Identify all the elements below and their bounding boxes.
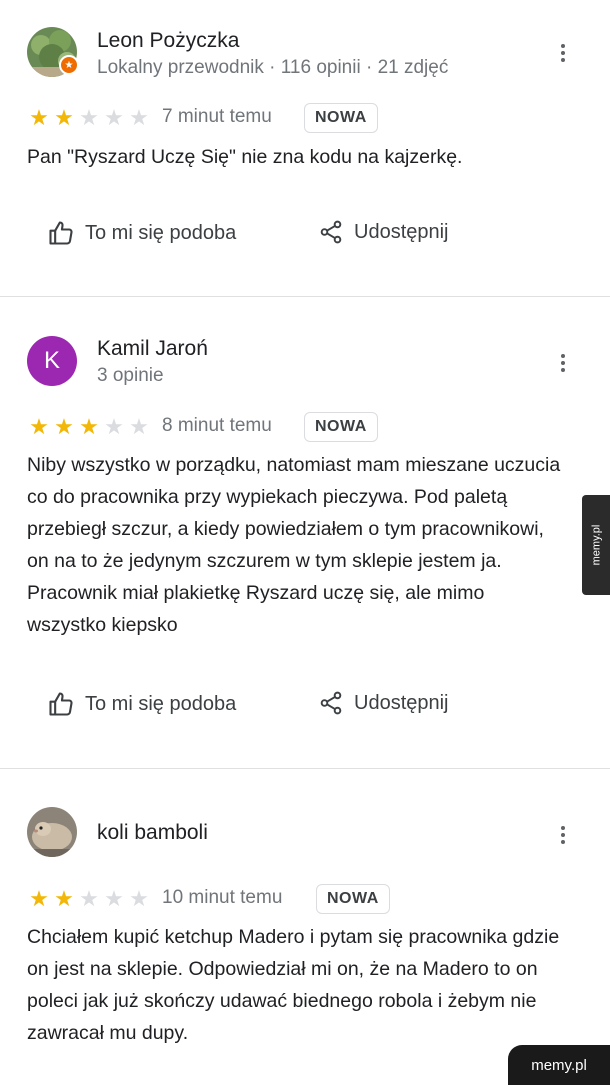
like-label: To mi się podoba bbox=[85, 692, 237, 715]
local-guide-star-icon: ★ bbox=[59, 55, 79, 75]
star-rating: ★ ★ ★ ★ ★ bbox=[27, 416, 151, 438]
star-icon: ★ bbox=[79, 105, 99, 130]
review-text: Pan "Ryszard Uczę Się" nie zna kodu na k… bbox=[27, 146, 463, 168]
review-card: ★ Leon Pożyczka Lokalny przewodnik · 116… bbox=[0, 0, 610, 296]
star-icon: ★ bbox=[54, 414, 74, 439]
reviewer-name[interactable]: koli bamboli bbox=[97, 821, 208, 845]
review-card: koli bamboli ★ ★ ★ ★ ★ 10 minut temu NOW… bbox=[0, 769, 610, 1085]
like-button[interactable]: To mi się podoba bbox=[47, 219, 236, 247]
star-icon: ★ bbox=[54, 886, 74, 911]
new-badge: NOWA bbox=[304, 412, 378, 442]
new-badge: NOWA bbox=[304, 103, 378, 133]
star-icon: ★ bbox=[104, 105, 124, 130]
reviewer-meta: 3 opinie bbox=[97, 365, 164, 386]
reviewer-name[interactable]: Kamil Jaroń bbox=[97, 337, 208, 361]
star-icon: ★ bbox=[54, 105, 74, 130]
star-icon: ★ bbox=[29, 886, 49, 911]
share-label: Udostępnij bbox=[354, 220, 449, 243]
star-rating: ★ ★ ★ ★ ★ bbox=[27, 888, 151, 910]
watermark-side-text: memy.pl bbox=[590, 524, 602, 566]
star-icon: ★ bbox=[129, 105, 149, 130]
review-text: Chciałem kupić ketchup Madero i pytam si… bbox=[27, 926, 560, 1044]
thumb-up-icon bbox=[49, 692, 73, 716]
reviewer-meta: Lokalny przewodnik · 116 opinii · 21 zdj… bbox=[97, 57, 449, 78]
star-icon: ★ bbox=[29, 105, 49, 130]
star-rating: ★ ★ ★ ★ ★ bbox=[27, 107, 151, 129]
star-icon: ★ bbox=[129, 414, 149, 439]
watermark-corner: memy.pl bbox=[508, 1045, 610, 1085]
share-button[interactable]: Udostępnij bbox=[318, 690, 449, 716]
more-options-icon[interactable] bbox=[548, 820, 578, 850]
reviewer-name[interactable]: Leon Pożyczka bbox=[97, 29, 239, 53]
watermark-side: memy.pl bbox=[582, 495, 610, 595]
new-badge: NOWA bbox=[316, 884, 390, 914]
star-icon: ★ bbox=[79, 414, 99, 439]
like-button[interactable]: To mi się podoba bbox=[47, 690, 236, 718]
review-time: 8 minut temu bbox=[162, 415, 272, 436]
star-icon: ★ bbox=[104, 886, 124, 911]
star-icon: ★ bbox=[79, 886, 99, 911]
share-icon bbox=[320, 691, 342, 715]
user-avatar[interactable]: K bbox=[27, 336, 77, 386]
review-time: 10 minut temu bbox=[162, 887, 283, 908]
more-options-icon[interactable] bbox=[548, 348, 578, 378]
share-button[interactable]: Udostępnij bbox=[318, 219, 449, 245]
star-icon: ★ bbox=[104, 414, 124, 439]
thumb-up-icon bbox=[49, 221, 73, 245]
more-options-icon[interactable] bbox=[548, 38, 578, 68]
share-icon bbox=[320, 220, 342, 244]
user-avatar[interactable] bbox=[27, 807, 77, 857]
star-icon: ★ bbox=[129, 886, 149, 911]
review-card: K Kamil Jaroń 3 opinie ★ ★ ★ ★ ★ 8 minut… bbox=[0, 297, 610, 767]
review-time: 7 minut temu bbox=[162, 106, 272, 127]
like-label: To mi się podoba bbox=[85, 221, 237, 244]
share-label: Udostępnij bbox=[354, 691, 449, 714]
star-icon: ★ bbox=[29, 414, 49, 439]
review-text: Niby wszystko w porządku, natomiast mam … bbox=[27, 454, 561, 636]
